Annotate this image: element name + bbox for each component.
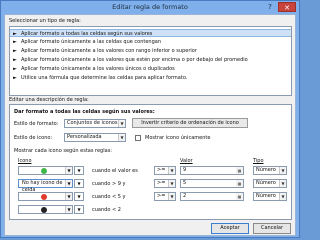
- title-bar: Editar regla de formato ? ✕: [1, 1, 299, 14]
- type-select-2[interactable]: Número ▼: [253, 179, 287, 188]
- operator-select-2[interactable]: >= ▼: [154, 179, 176, 188]
- type-value-3: Número: [256, 193, 276, 199]
- edit-description-label: Editar una descripción de regla:: [9, 97, 89, 103]
- icon-style-label: Estilo de icono:: [14, 135, 53, 141]
- chevron-down-icon: ▼: [77, 168, 81, 173]
- cell-reference-icon[interactable]: ▦: [236, 180, 243, 187]
- reverse-icon-order-button[interactable]: Invertir criterio de ordenación de icono: [132, 118, 248, 128]
- arrow-right-icon: ►: [13, 48, 17, 54]
- icon-select-3[interactable]: ▼: [18, 192, 73, 201]
- operator-value-3: >=: [157, 193, 166, 199]
- icon-select-1[interactable]: ▼: [18, 166, 73, 175]
- condition-text-1: cuando el valor es: [92, 168, 138, 174]
- type-value-1: Número: [256, 167, 276, 173]
- chevron-down-icon: ▼: [65, 167, 72, 174]
- close-icon[interactable]: ✕: [278, 2, 296, 12]
- chevron-down-icon: ▼: [77, 194, 81, 199]
- rule-type-text: Utilice una fórmula que determine las ce…: [21, 75, 188, 81]
- ok-button[interactable]: Aceptar: [211, 223, 249, 234]
- red-circle-icon: [41, 194, 47, 200]
- chevron-down-icon: ▼: [168, 167, 175, 174]
- operator-select-3[interactable]: >= ▼: [154, 192, 176, 201]
- arrow-right-icon: ►: [13, 31, 17, 37]
- rule-type-text: Aplicar formato únicamente a las celdas …: [21, 39, 161, 45]
- chevron-down-icon: ▼: [279, 193, 286, 200]
- show-icon-only-checkbox[interactable]: [135, 135, 141, 141]
- chevron-down-icon: ▼: [65, 180, 72, 187]
- format-style-select[interactable]: Conjuntos de iconos ▼: [64, 119, 126, 128]
- rule-type-text: Aplicar formato únicamente a los valores…: [21, 66, 175, 72]
- cell-reference-icon[interactable]: ▦: [236, 167, 243, 174]
- rule-type-text: Aplicar formato únicamente a los valores…: [21, 48, 197, 54]
- condition-text-2: cuando > 9 y: [92, 181, 126, 187]
- cancel-button[interactable]: Cancelar: [253, 223, 291, 234]
- operator-value-2: >=: [157, 180, 166, 186]
- icon-dropdown-3[interactable]: ▼: [74, 192, 84, 201]
- icon-dropdown-1[interactable]: ▼: [74, 166, 84, 175]
- icon-style-select[interactable]: Personalizada ▼: [64, 133, 126, 142]
- arrow-right-icon: ►: [13, 75, 17, 81]
- green-circle-icon: [41, 168, 47, 174]
- rule-type-text: Aplicar formato a todas las celdas según…: [21, 31, 153, 37]
- type-select-3[interactable]: Número ▼: [253, 192, 287, 201]
- icon-style-value: Personalizada: [67, 134, 102, 140]
- value-column-header: Valor: [180, 158, 193, 164]
- chevron-down-icon: ▼: [168, 180, 175, 187]
- icon-rules-label: Mostrar cada icono según estas reglas:: [14, 148, 112, 154]
- operator-value-1: >=: [157, 167, 166, 173]
- chevron-down-icon: ▼: [77, 207, 81, 212]
- operator-select-1[interactable]: >= ▼: [154, 166, 176, 175]
- value-text-1: 9: [183, 167, 187, 173]
- value-input-1[interactable]: 9 ▦: [180, 166, 244, 175]
- icon-dropdown-4[interactable]: ▼: [74, 205, 84, 214]
- chevron-down-icon: ▼: [118, 134, 125, 141]
- chevron-down-icon: ▼: [279, 180, 286, 187]
- condition-text-3: cuando < 5 y: [92, 194, 126, 200]
- help-icon[interactable]: ?: [263, 2, 277, 12]
- value-input-2[interactable]: 5 ▦: [180, 179, 244, 188]
- chevron-down-icon: ▼: [65, 193, 72, 200]
- chevron-down-icon: ▼: [168, 193, 175, 200]
- value-text-3: 2: [183, 193, 187, 199]
- icon-dropdown-2[interactable]: ▼: [74, 179, 84, 188]
- arrow-right-icon: ►: [13, 39, 17, 45]
- rule-type-item[interactable]: ► Aplicar formato únicamente a los valore…: [10, 65, 291, 73]
- cell-reference-icon[interactable]: ▦: [236, 193, 243, 200]
- rule-type-item[interactable]: ► Aplicar formato a todas las celdas segú…: [10, 29, 291, 37]
- chevron-down-icon: ▼: [65, 206, 72, 213]
- rule-type-list: ► Aplicar formato a todas las celdas segú…: [9, 26, 292, 96]
- show-icon-only-label: Mostrar icono únicamente: [145, 135, 211, 141]
- icon-select-2[interactable]: No hay icono de celda ▼: [18, 179, 73, 193]
- rule-type-item[interactable]: ► Utilice una fórmula que determine las c…: [10, 74, 291, 82]
- chevron-down-icon: ▼: [118, 120, 125, 127]
- type-select-1[interactable]: Número ▼: [253, 166, 287, 175]
- type-column-header: Tipo: [253, 158, 264, 164]
- dialog-window: Editar regla de formato ? ✕ Seleccionar …: [0, 0, 300, 238]
- value-input-3[interactable]: 2 ▦: [180, 192, 244, 201]
- description-heading: Dar formato a todas las celdas según sus…: [14, 109, 155, 115]
- type-value-2: Número: [256, 180, 276, 186]
- dialog-body: Seleccionar un tipo de regla: ► Aplicar f…: [4, 14, 296, 236]
- icon-column-header: Icono: [18, 158, 32, 164]
- rule-type-item[interactable]: ► Aplicar formato únicamente a los valore…: [10, 47, 291, 55]
- rule-type-item[interactable]: ► Aplicar formato únicamente a las celdas…: [10, 38, 291, 46]
- black-circle-icon: [41, 207, 47, 213]
- rule-type-label: Seleccionar un tipo de regla:: [9, 18, 81, 24]
- chevron-down-icon: ▼: [77, 181, 81, 186]
- chevron-down-icon: ▼: [279, 167, 286, 174]
- arrow-right-icon: ►: [13, 66, 17, 72]
- format-style-label: Estilo de formato:: [14, 121, 59, 127]
- dialog-title: Editar regla de formato: [112, 3, 188, 11]
- condition-text-4: cuando < 2: [92, 207, 121, 213]
- icon-select-4[interactable]: ▼: [18, 205, 73, 214]
- rule-description-panel: Dar formato a todas las celdas según sus…: [9, 104, 292, 220]
- rule-type-item[interactable]: ► Aplicar formato únicamente a los valore…: [10, 56, 291, 64]
- value-text-2: 5: [183, 180, 187, 186]
- arrow-right-icon: ►: [13, 57, 17, 63]
- format-style-value: Conjuntos de iconos: [67, 120, 118, 126]
- rule-type-text: Aplicar formato únicamente a los valores…: [21, 57, 248, 63]
